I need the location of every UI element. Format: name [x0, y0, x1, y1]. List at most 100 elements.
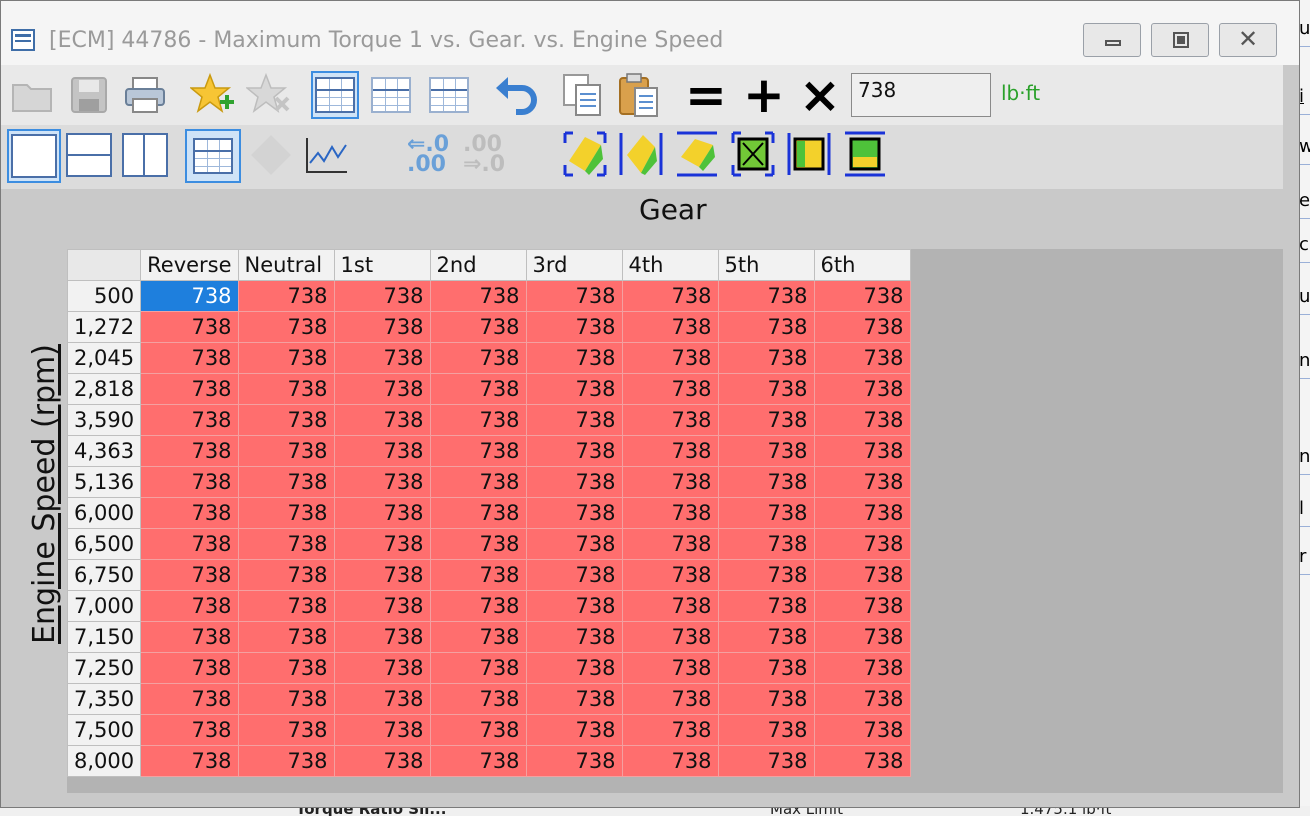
table-cell[interactable]: 738: [333, 435, 431, 467]
table-cell[interactable]: 738: [717, 342, 815, 374]
table-cell[interactable]: 738: [813, 590, 911, 622]
table-cell[interactable]: 738: [525, 404, 623, 436]
table-cell[interactable]: 738: [525, 280, 623, 312]
table-cell[interactable]: 738: [621, 466, 719, 498]
table-cell[interactable]: 738: [525, 559, 623, 591]
column-header-cell[interactable]: 2nd: [429, 249, 527, 281]
table-cell[interactable]: 738: [237, 404, 335, 436]
table-cell[interactable]: 738: [140, 528, 239, 560]
multiply-value-button[interactable]: ×: [799, 70, 841, 120]
table-cell[interactable]: 738: [140, 745, 239, 777]
table-cell[interactable]: 738: [429, 497, 527, 529]
column-header-cell[interactable]: Neutral: [237, 249, 335, 281]
row-header-cell[interactable]: 3,590: [66, 404, 142, 436]
table-cell[interactable]: 738: [621, 497, 719, 529]
table-cell[interactable]: 738: [333, 714, 431, 746]
table-cell[interactable]: 738: [621, 590, 719, 622]
vertical-split-icon[interactable]: [121, 131, 169, 179]
table-cell[interactable]: 738: [333, 621, 431, 653]
column-header-cell[interactable]: Reverse: [140, 249, 239, 281]
table-cell[interactable]: 738: [429, 714, 527, 746]
value-input[interactable]: 738: [851, 73, 991, 117]
table-cell[interactable]: 738: [140, 714, 239, 746]
print-icon[interactable]: [121, 71, 169, 119]
table-cell[interactable]: 738: [140, 683, 239, 715]
table-cell[interactable]: 738: [140, 621, 239, 653]
column-header-cell[interactable]: 6th: [813, 249, 911, 281]
table-cell[interactable]: 738: [525, 373, 623, 405]
minimize-button[interactable]: [1083, 23, 1141, 57]
table-cell[interactable]: 738: [333, 528, 431, 560]
3d-view-icon[interactable]: [247, 131, 295, 179]
horizontal-split-icon[interactable]: [65, 131, 113, 179]
table-cell[interactable]: 738: [333, 652, 431, 684]
table-cell[interactable]: 738: [525, 683, 623, 715]
grid-view-icon[interactable]: [185, 129, 241, 183]
save-icon[interactable]: [65, 71, 113, 119]
table-cell[interactable]: 738: [140, 280, 239, 312]
table-cell[interactable]: 738: [525, 745, 623, 777]
table-cell[interactable]: 738: [813, 466, 911, 498]
table-cell[interactable]: 738: [813, 652, 911, 684]
table-cell[interactable]: 738: [813, 497, 911, 529]
table-cell[interactable]: 738: [333, 683, 431, 715]
table-cell[interactable]: 738: [333, 342, 431, 374]
set-value-button[interactable]: =: [685, 70, 727, 120]
table-cell[interactable]: 738: [813, 280, 911, 312]
table-cell[interactable]: 738: [525, 435, 623, 467]
table-cell[interactable]: 738: [140, 590, 239, 622]
row-header-cell[interactable]: 7,500: [66, 714, 142, 746]
table-cell[interactable]: 738: [717, 652, 815, 684]
row-header-cell[interactable]: 7,150: [66, 621, 142, 653]
table-cell[interactable]: 738: [717, 528, 815, 560]
table-cell[interactable]: 738: [237, 373, 335, 405]
compare-table-2-icon[interactable]: [425, 71, 473, 119]
table-cell[interactable]: 738: [621, 683, 719, 715]
table-cell[interactable]: 738: [140, 311, 239, 343]
add-value-button[interactable]: +: [743, 70, 785, 120]
remove-favorite-icon[interactable]: [245, 71, 293, 119]
column-header-cell[interactable]: 1st: [333, 249, 431, 281]
table-cell[interactable]: 738: [237, 342, 335, 374]
table-cell[interactable]: 738: [621, 342, 719, 374]
table-cell[interactable]: 738: [140, 652, 239, 684]
interpolate-both-icon[interactable]: [563, 131, 607, 177]
table-cell[interactable]: 738: [717, 745, 815, 777]
table-cell[interactable]: 738: [621, 373, 719, 405]
close-button[interactable]: ✕: [1219, 23, 1277, 57]
paste-icon[interactable]: [615, 71, 663, 119]
table-cell[interactable]: 738: [333, 373, 431, 405]
row-header-cell[interactable]: 1,272: [66, 311, 142, 343]
table-cell[interactable]: 738: [237, 497, 335, 529]
table-cell[interactable]: 738: [621, 280, 719, 312]
table-cell[interactable]: 738: [237, 280, 335, 312]
column-header-cell[interactable]: 3rd: [525, 249, 623, 281]
table-cell[interactable]: 738: [717, 373, 815, 405]
increase-decimals-button[interactable]: .00 ⇒.0: [463, 134, 505, 176]
single-layout-icon[interactable]: [7, 129, 61, 183]
table-cell[interactable]: 738: [429, 590, 527, 622]
interpolate-vertical-icon[interactable]: [675, 131, 719, 177]
table-cell[interactable]: 738: [525, 311, 623, 343]
table-cell[interactable]: 738: [140, 435, 239, 467]
table-cell[interactable]: 738: [621, 559, 719, 591]
row-header-cell[interactable]: 7,000: [66, 590, 142, 622]
table-cell[interactable]: 738: [237, 528, 335, 560]
table-cell[interactable]: 738: [621, 528, 719, 560]
table-cell[interactable]: 738: [813, 373, 911, 405]
row-header-cell[interactable]: 500: [66, 280, 142, 312]
table-cell[interactable]: 738: [333, 497, 431, 529]
table-cell[interactable]: 738: [621, 621, 719, 653]
row-header-cell[interactable]: 7,250: [66, 652, 142, 684]
table-cell[interactable]: 738: [525, 528, 623, 560]
table-cell[interactable]: 738: [717, 559, 815, 591]
table-cell[interactable]: 738: [429, 683, 527, 715]
table-cell[interactable]: 738: [525, 714, 623, 746]
table-cell[interactable]: 738: [429, 342, 527, 374]
table-cell[interactable]: 738: [140, 466, 239, 498]
column-header-cell[interactable]: 5th: [717, 249, 815, 281]
fill-horizontal-icon[interactable]: [787, 131, 831, 177]
table-cell[interactable]: 738: [429, 435, 527, 467]
table-cell[interactable]: 738: [237, 714, 335, 746]
fill-both-icon[interactable]: [731, 131, 775, 177]
